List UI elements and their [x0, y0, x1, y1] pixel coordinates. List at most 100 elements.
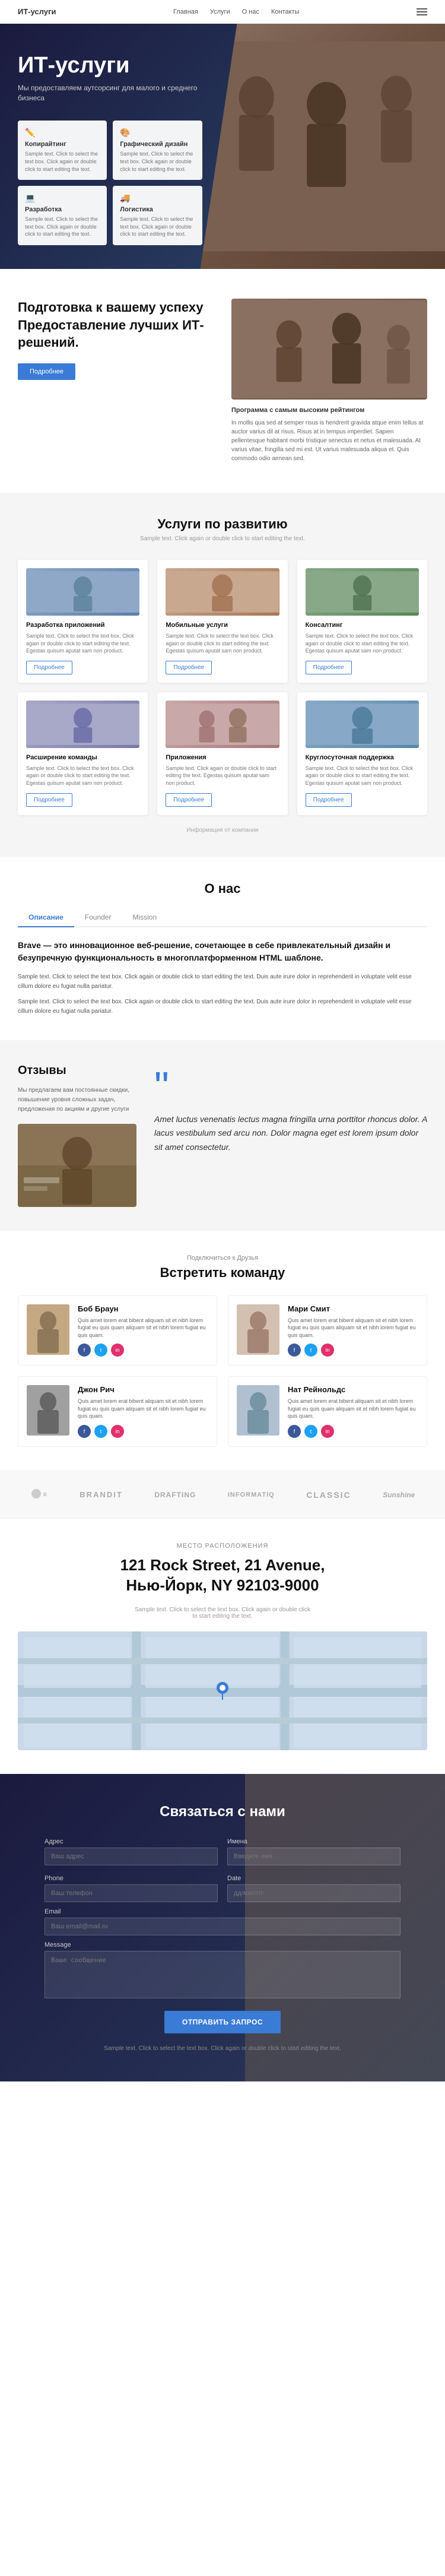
- about-us-section: О нас Описание Founder Mission Brave — э…: [0, 857, 445, 1040]
- team-section: Подключиться к Друзья Встретить команду …: [0, 1231, 445, 1471]
- dev-services-footer: Информация от компании: [18, 827, 427, 834]
- message-textarea[interactable]: [44, 1951, 401, 1998]
- tab-founder[interactable]: Founder: [74, 908, 122, 927]
- date-input[interactable]: [227, 1884, 401, 1902]
- dev-card-3-button[interactable]: Подробнее: [306, 661, 352, 674]
- location-label: Место расположения: [18, 1542, 427, 1550]
- about-us-section-title: О нас: [18, 881, 427, 896]
- hamburger-menu[interactable]: [417, 8, 427, 15]
- team-title: Встретить команду: [18, 1265, 427, 1281]
- team-avatar-4: [237, 1385, 279, 1436]
- dev-card-4-title: Расширение команды: [26, 754, 139, 761]
- dev-card-6-button[interactable]: Подробнее: [306, 793, 352, 807]
- dev-card-1-text: Sample text. Click to select the text bo…: [26, 632, 139, 655]
- dev-card-5-button[interactable]: Подробнее: [166, 793, 212, 807]
- nav-logo: ИТ-услуги: [18, 7, 56, 16]
- social-ig-1[interactable]: in: [111, 1344, 124, 1357]
- name-input[interactable]: [227, 1848, 401, 1865]
- social-tw-1[interactable]: t: [94, 1344, 107, 1357]
- form-group-phone: Phone: [44, 1875, 218, 1902]
- logistics-text: Sample text. Click to select the text bo…: [120, 216, 195, 238]
- nav-item-services[interactable]: Услуги: [210, 8, 230, 15]
- dev-card-6: Круглосуточная поддержка Sample text. Cl…: [297, 692, 427, 815]
- social-fb-2[interactable]: f: [288, 1344, 301, 1357]
- dev-card-6-image: [306, 701, 419, 748]
- team-card-1: Боб Браун Quis amet lorem erat bibent al…: [18, 1295, 217, 1366]
- social-fb-4[interactable]: f: [288, 1425, 301, 1438]
- logo-2: BRANDIT: [80, 1490, 123, 1499]
- testimonials-left-text: Мы предлагаем вам постоянные скидки, пов…: [18, 1086, 136, 1114]
- team-card-2: Мари Смит Quis amet lorem erat bibent al…: [228, 1295, 427, 1366]
- dev-card-1-button[interactable]: Подробнее: [26, 661, 72, 674]
- team-avatar-1: [27, 1304, 69, 1355]
- dev-card-6-text: Sample text. Click to select the text bo…: [306, 765, 419, 787]
- about-right: Программа с самым высоким рейтингом In m…: [231, 299, 427, 463]
- phone-label: Phone: [44, 1875, 218, 1882]
- logo-3: DRAFTING: [154, 1491, 196, 1499]
- dev-cards-grid: Разработка приложений Sample text. Click…: [18, 560, 427, 815]
- dev-card-1-image: [26, 568, 139, 616]
- about-button[interactable]: Подробнее: [18, 363, 75, 380]
- nav-item-contact[interactable]: Контакты: [271, 8, 300, 15]
- social-fb-3[interactable]: f: [78, 1425, 91, 1438]
- phone-input[interactable]: [44, 1884, 218, 1902]
- social-tw-4[interactable]: t: [304, 1425, 317, 1438]
- team-name-1: Боб Браун: [78, 1304, 208, 1313]
- about-us-tabs: Описание Founder Mission: [18, 908, 427, 927]
- nav-menu: Главная Услуги О нас Контакты: [173, 8, 300, 15]
- design-title: Графический дизайн: [120, 141, 195, 148]
- service-card-copywriting[interactable]: ✏️ Копирайтинг Sample text. Click to sel…: [18, 121, 107, 180]
- social-fb-1[interactable]: f: [78, 1344, 91, 1357]
- team-info-4: Нат Рейнольдс Quis amet lorem erat biben…: [288, 1385, 418, 1438]
- dev-card-1-title: Разработка приложений: [26, 622, 139, 629]
- location-text: Sample text. Click to select the text bo…: [134, 1607, 312, 1620]
- address-label: Адрес: [44, 1838, 218, 1845]
- team-text-2: Quis amet lorem erat bibent aliquam sit …: [288, 1317, 418, 1339]
- social-tw-2[interactable]: t: [304, 1344, 317, 1357]
- contact-section: Связаться с нами Адрес Имена Phone Date: [0, 1774, 445, 2081]
- nav-item-about[interactable]: О нас: [242, 8, 259, 15]
- team-social-4: f t in: [288, 1425, 418, 1438]
- tab-description[interactable]: Описание: [18, 908, 74, 927]
- dev-card-4-image: [26, 701, 139, 748]
- address-input[interactable]: [44, 1848, 218, 1865]
- service-card-design[interactable]: 🎨 Графический дизайн Sample text. Click …: [113, 121, 202, 180]
- form-group-name: Имена: [227, 1838, 401, 1865]
- hero-section: ИТ-услуги Мы предоставляем аутсорсинг дл…: [0, 24, 445, 269]
- dev-text: Sample text. Click to select the text bo…: [25, 216, 100, 238]
- team-name-3: Джон Рич: [78, 1385, 208, 1394]
- design-text: Sample text. Click to select the text bo…: [120, 150, 195, 173]
- dev-card-5-text: Sample text. Click again or double click…: [166, 765, 279, 787]
- dev-card-4-button[interactable]: Подробнее: [26, 793, 72, 807]
- tab-mission[interactable]: Mission: [122, 908, 167, 927]
- team-info-3: Джон Рич Quis amet lorem erat bibent ali…: [78, 1385, 208, 1438]
- hero-services-grid: ✏️ Копирайтинг Sample text. Click to sel…: [18, 121, 202, 245]
- social-ig-4[interactable]: in: [321, 1425, 334, 1438]
- hero-background-image: [201, 24, 445, 269]
- team-text-3: Quis amet lorem erat bibent aliquam sit …: [78, 1398, 208, 1420]
- email-input[interactable]: [44, 1918, 401, 1935]
- dev-title: Разработка: [25, 206, 100, 213]
- team-social-2: f t in: [288, 1344, 418, 1357]
- testimonials-quote: Amet luctus venenatis lectus magna fring…: [154, 1113, 427, 1155]
- about-us-text2: Sample text. Click to select the text bo…: [18, 997, 427, 1016]
- team-social-1: f t in: [78, 1344, 208, 1357]
- team-info-1: Боб Браун Quis amet lorem erat bibent al…: [78, 1304, 208, 1357]
- dev-card-5-image: [166, 701, 279, 748]
- nav-item-home[interactable]: Главная: [173, 8, 198, 15]
- dev-services-subtitle: Sample text. Click again or double click…: [18, 536, 427, 542]
- dev-card-2-button[interactable]: Подробнее: [166, 661, 212, 674]
- copywriting-icon: ✏️: [25, 128, 100, 138]
- social-ig-2[interactable]: in: [321, 1344, 334, 1357]
- contact-content: Связаться с нами Адрес Имена Phone Date: [18, 1804, 427, 2052]
- logo-6: Sunshine: [383, 1491, 415, 1499]
- social-tw-3[interactable]: t: [94, 1425, 107, 1438]
- social-ig-3[interactable]: in: [111, 1425, 124, 1438]
- team-avatar-2: [237, 1304, 279, 1355]
- navigation: ИТ-услуги Главная Услуги О нас Контакты: [0, 0, 445, 24]
- service-card-logistics[interactable]: 🚚 Логистика Sample text. Click to select…: [113, 186, 202, 245]
- contact-footer-text: Sample text. Click to select the text bo…: [18, 2045, 427, 2052]
- service-card-dev[interactable]: 💻 Разработка Sample text. Click to selec…: [18, 186, 107, 245]
- testimonials-left: Отзывы Мы предлагаем вам постоянные скид…: [18, 1064, 136, 1207]
- submit-button[interactable]: ОТПРАВИТЬ ЗАПРОС: [164, 2011, 281, 2033]
